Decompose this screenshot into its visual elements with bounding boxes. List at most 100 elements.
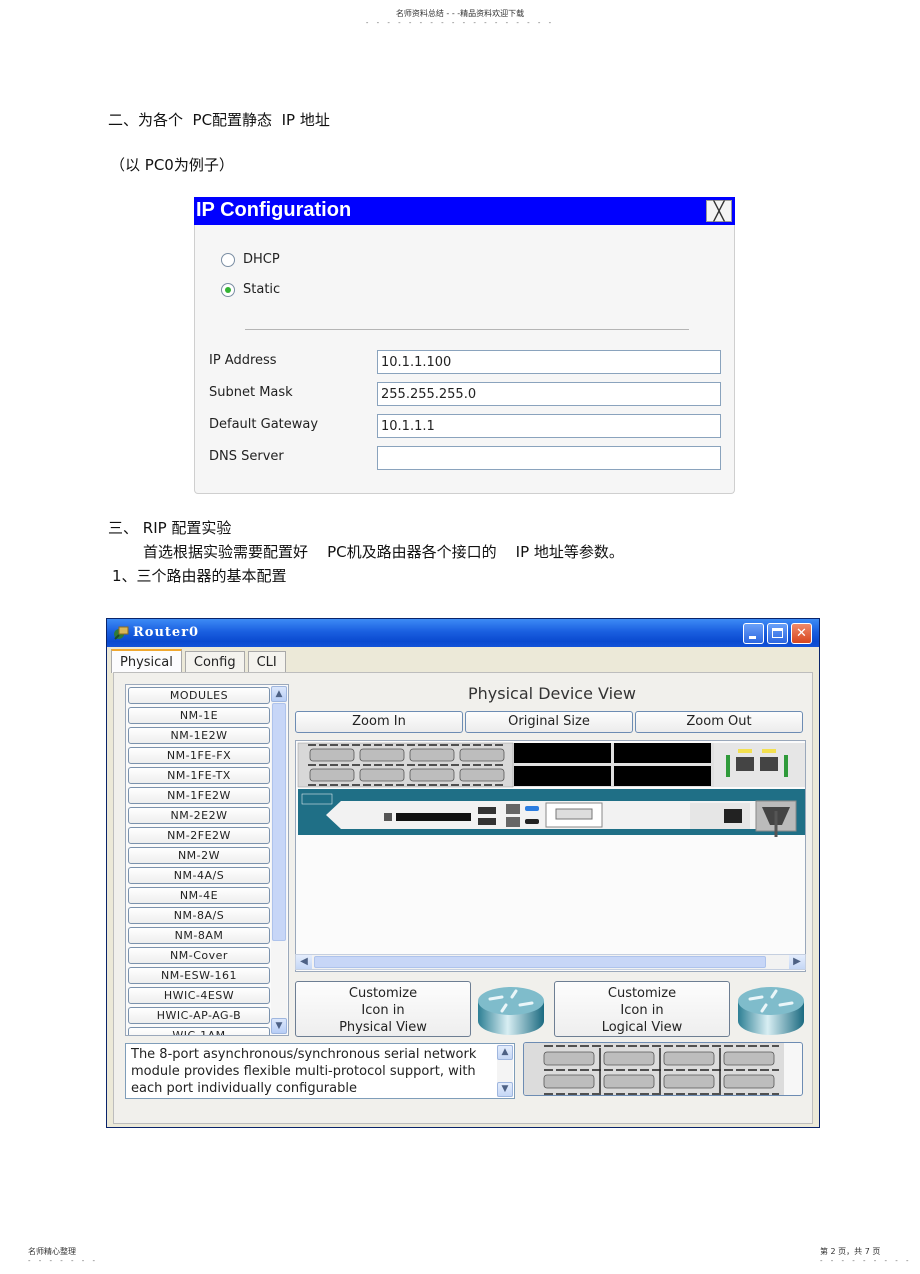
- close-button[interactable]: ╳: [706, 200, 732, 222]
- module-item[interactable]: NM-Cover: [128, 947, 270, 964]
- radio-label: Static: [243, 282, 281, 297]
- page-header: 名师资料总结 - - -精品资料欢迎下载 - - - - - - - - - -…: [0, 8, 920, 27]
- footer-right-dots: - - - - - - - - -: [820, 1257, 912, 1265]
- module-description-text: The 8-port asynchronous/synchronous seri…: [131, 1047, 477, 1096]
- dialog-body: DHCP Static IP Address Subnet Mask Defau…: [194, 225, 735, 494]
- zoom-in-button[interactable]: Zoom In: [295, 711, 463, 733]
- btn-line: Icon in: [620, 1003, 664, 1018]
- radio-label: DHCP: [243, 252, 280, 267]
- module-item[interactable]: NM-1E2W: [128, 727, 270, 744]
- section3-heading: 三、 RIP 配置实验: [108, 519, 232, 537]
- scroll-down-icon[interactable]: ▼: [497, 1082, 513, 1097]
- minimize-icon: [749, 636, 756, 639]
- customize-logical-icon-button[interactable]: Customize Icon in Logical View: [554, 981, 730, 1037]
- module-item[interactable]: NM-1FE2W: [128, 787, 270, 804]
- module-item[interactable]: NM-2W: [128, 847, 270, 864]
- scrollbar-thumb[interactable]: [272, 703, 286, 941]
- scroll-up-icon[interactable]: ▲: [497, 1045, 513, 1060]
- section3-description: 首选根据实验需要配置好 PC机及路由器各个接口的 IP 地址等参数。: [143, 543, 624, 561]
- window-title: Router0: [133, 625, 200, 640]
- dns-server-label: DNS Server: [209, 449, 284, 464]
- module-item[interactable]: NM-2FE2W: [128, 827, 270, 844]
- modules-scrollbar[interactable]: ▲ ▼: [271, 686, 287, 1034]
- module-item[interactable]: NM-8A/S: [128, 907, 270, 924]
- footer-left-dots: - - - - - - -: [28, 1257, 99, 1265]
- original-size-button[interactable]: Original Size: [465, 711, 633, 733]
- maximize-icon: [772, 628, 783, 638]
- page-indicator: 第 2 页，共 7 页: [820, 1247, 881, 1256]
- module-item[interactable]: NM-ESW-161: [128, 967, 270, 984]
- window-close-button[interactable]: ✕: [791, 623, 812, 644]
- default-gateway-label: Default Gateway: [209, 417, 319, 432]
- footer-left: 名师精心整理 - - - - - - -: [28, 1246, 98, 1265]
- dns-server-input[interactable]: [377, 446, 721, 470]
- module-item[interactable]: NM-1FE-FX: [128, 747, 270, 764]
- radio-button-icon[interactable]: [221, 252, 235, 267]
- btn-line: Logical View: [601, 1020, 683, 1035]
- module-item[interactable]: NM-2E2W: [128, 807, 270, 824]
- close-x-icon: ✕: [796, 626, 807, 641]
- btn-line: Physical View: [339, 1020, 427, 1035]
- subnet-mask-input[interactable]: [377, 382, 721, 406]
- window-titlebar[interactable]: Router0 ✕: [107, 619, 819, 647]
- scroll-left-icon[interactable]: ◀: [296, 955, 312, 969]
- page-header-dots: - - - - - - - - - - - - - - - - - -: [365, 19, 555, 27]
- section3-step1: 1、三个路由器的基本配置: [112, 567, 287, 585]
- tab-bar: Physical Config CLI: [111, 649, 289, 673]
- btn-line: Customize: [607, 986, 677, 1001]
- module-item[interactable]: NM-8AM: [128, 927, 270, 944]
- physical-tab-panel: MODULES NM-1E NM-1E2W NM-1FE-FX NM-1FE-TX NM…: [113, 672, 813, 1124]
- module-item[interactable]: NM-1FE-TX: [128, 767, 270, 784]
- tab-physical[interactable]: Physical: [111, 649, 182, 673]
- serial-module-image: [297, 742, 514, 788]
- close-icon: ╳: [713, 200, 725, 222]
- divider: [245, 329, 689, 330]
- zoom-out-button[interactable]: Zoom Out: [635, 711, 803, 733]
- radio-static[interactable]: Static: [221, 282, 280, 297]
- section2-heading: 二、为各个 PC配置静态 IP 地址: [108, 111, 330, 129]
- module-item[interactable]: NM-4A/S: [128, 867, 270, 884]
- module-description: The 8-port asynchronous/synchronous seri…: [125, 1043, 515, 1099]
- horizontal-scrollbar[interactable]: ◀ ▶: [295, 954, 806, 970]
- module-item[interactable]: NM-4E: [128, 887, 270, 904]
- module-item[interactable]: HWIC-4ESW: [128, 987, 270, 1004]
- dialog-titlebar: IP Configuration ╳: [194, 197, 735, 225]
- device-viewport[interactable]: [295, 740, 806, 972]
- hscroll-thumb[interactable]: [314, 956, 766, 968]
- tab-cli[interactable]: CLI: [247, 651, 286, 673]
- btn-line: Customize: [348, 986, 418, 1001]
- physical-device-view-title: Physical Device View: [468, 684, 636, 703]
- modules-list: MODULES NM-1E NM-1E2W NM-1FE-FX NM-1FE-TX NM…: [125, 684, 289, 1036]
- footer-left-text: 名师精心整理: [28, 1247, 76, 1256]
- router-window: Router0 ✕ Physical Config CLI MODULES NM…: [106, 618, 820, 1128]
- radio-button-checked-icon[interactable]: [221, 282, 235, 297]
- customize-physical-icon-button[interactable]: Customize Icon in Physical View: [295, 981, 471, 1037]
- module-item[interactable]: NM-1E: [128, 707, 270, 724]
- ip-configuration-dialog: IP Configuration ╳ DHCP Static IP Addres…: [194, 197, 735, 494]
- serial-module-preview: [524, 1043, 784, 1095]
- module-item[interactable]: HWIC-AP-AG-B: [128, 1007, 270, 1024]
- dialog-title: IP Configuration: [196, 199, 352, 221]
- maximize-button[interactable]: [767, 623, 788, 644]
- router-chassis-image: [297, 742, 805, 837]
- scroll-right-icon[interactable]: ▶: [789, 955, 805, 969]
- page-header-text: 名师资料总结 - - -精品资料欢迎下载: [395, 9, 525, 18]
- default-gateway-input[interactable]: [377, 414, 721, 438]
- footer-right: 第 2 页，共 7 页 - - - - - - - - -: [820, 1246, 912, 1265]
- section2-note: （以 PC0为例子）: [110, 156, 234, 174]
- radio-dhcp[interactable]: DHCP: [221, 252, 280, 267]
- ip-address-input[interactable]: [377, 350, 721, 374]
- router-icon: [738, 987, 804, 1035]
- scroll-down-icon[interactable]: ▼: [271, 1018, 287, 1034]
- description-scrollbar[interactable]: ▲ ▼: [497, 1045, 513, 1097]
- subnet-mask-label: Subnet Mask: [209, 385, 293, 400]
- scroll-up-icon[interactable]: ▲: [271, 686, 287, 702]
- btn-line: Icon in: [361, 1003, 405, 1018]
- router-icon: [478, 987, 544, 1035]
- modules-header: MODULES: [128, 687, 270, 704]
- ip-address-label: IP Address: [209, 353, 277, 368]
- tab-config[interactable]: Config: [184, 651, 245, 673]
- module-item[interactable]: WIC-1AM: [128, 1027, 270, 1035]
- minimize-button[interactable]: [743, 623, 764, 644]
- module-preview-image: [523, 1042, 803, 1096]
